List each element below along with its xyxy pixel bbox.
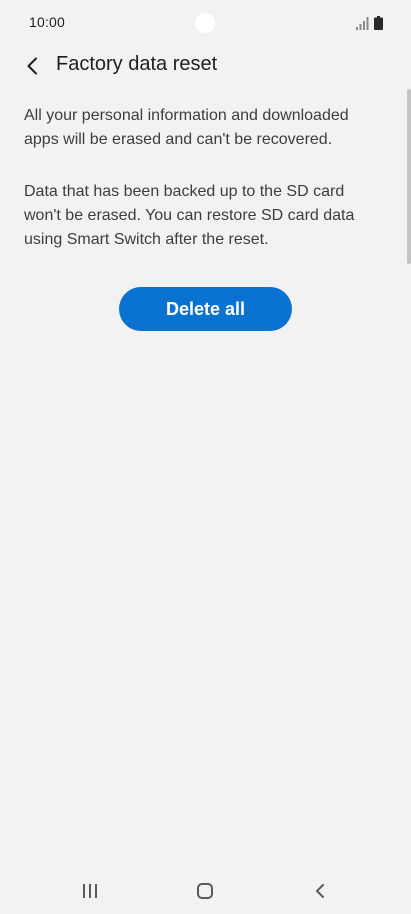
signal-icon xyxy=(356,17,369,30)
content: All your personal information and downlo… xyxy=(24,104,384,252)
status-time: 10:00 xyxy=(29,14,66,30)
back-icon xyxy=(316,884,324,898)
back-button[interactable] xyxy=(14,48,50,84)
status-icons xyxy=(356,14,383,30)
battery-icon xyxy=(374,16,383,30)
delete-all-button[interactable]: Delete all xyxy=(119,287,292,331)
camera-cutout xyxy=(195,13,215,33)
home-icon xyxy=(197,883,213,899)
recents-button[interactable] xyxy=(70,876,110,906)
status-bar: 10:00 xyxy=(0,0,411,44)
factory-reset-screen: 10:00 Factory data reset All your person… xyxy=(0,0,411,914)
home-button[interactable] xyxy=(185,876,225,906)
sd-card-info-text: Data that has been backed up to the SD c… xyxy=(24,183,355,248)
recents-icon xyxy=(83,884,97,898)
page-title: Factory data reset xyxy=(56,53,218,75)
chevron-left-icon xyxy=(27,57,37,75)
navigation-bar xyxy=(0,868,411,914)
header: Factory data reset xyxy=(0,44,411,88)
nav-back-button[interactable] xyxy=(300,876,340,906)
scrollbar[interactable] xyxy=(407,89,411,264)
erase-warning-text: All your personal information and downlo… xyxy=(24,107,349,148)
